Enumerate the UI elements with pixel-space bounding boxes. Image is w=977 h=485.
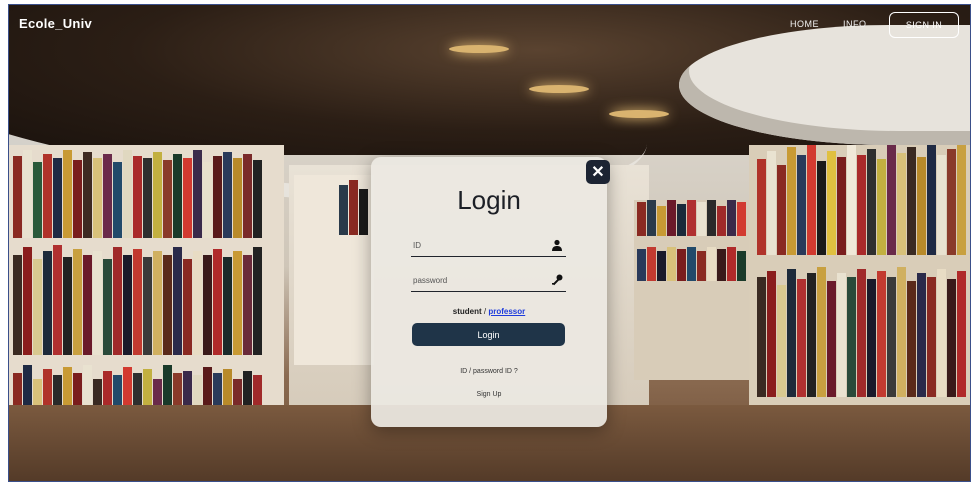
books-row (757, 267, 967, 397)
login-title: Login (457, 185, 521, 215)
id-field (411, 235, 566, 257)
role-professor-option[interactable]: professor (488, 307, 525, 316)
books-row (339, 180, 369, 235)
books-row (637, 247, 747, 281)
key-icon (552, 274, 563, 286)
sign-in-button[interactable]: SIGN IN (889, 12, 959, 38)
password-input[interactable] (411, 270, 541, 291)
page-frame: Ecole_Univ HOME INFO SIGN IN ✕ Login stu… (8, 4, 971, 482)
password-field (411, 270, 566, 292)
nav-info-link[interactable]: INFO (843, 19, 867, 29)
role-selector: student / professor (371, 307, 607, 316)
books-row (637, 200, 747, 236)
books-row (757, 145, 967, 255)
ceiling-lamp (609, 110, 669, 118)
sign-up-link[interactable]: Sign Up (371, 391, 607, 398)
role-student-option[interactable]: student (453, 307, 482, 316)
close-icon[interactable]: ✕ (586, 160, 610, 184)
login-submit-button[interactable]: Login (412, 323, 565, 346)
top-navbar: Ecole_Univ HOME INFO SIGN IN (9, 5, 970, 47)
user-icon (552, 239, 562, 251)
brand-logo[interactable]: Ecole_Univ (19, 16, 92, 31)
id-input[interactable] (411, 235, 541, 256)
forgot-credentials-link[interactable]: ID / password ID ? (371, 368, 607, 375)
ceiling-lamp (529, 85, 589, 93)
books-row (13, 150, 263, 238)
login-modal: ✕ Login student / professor Login ID / p… (371, 157, 610, 427)
nav-home-link[interactable]: HOME (790, 19, 819, 29)
books-row (13, 245, 263, 355)
